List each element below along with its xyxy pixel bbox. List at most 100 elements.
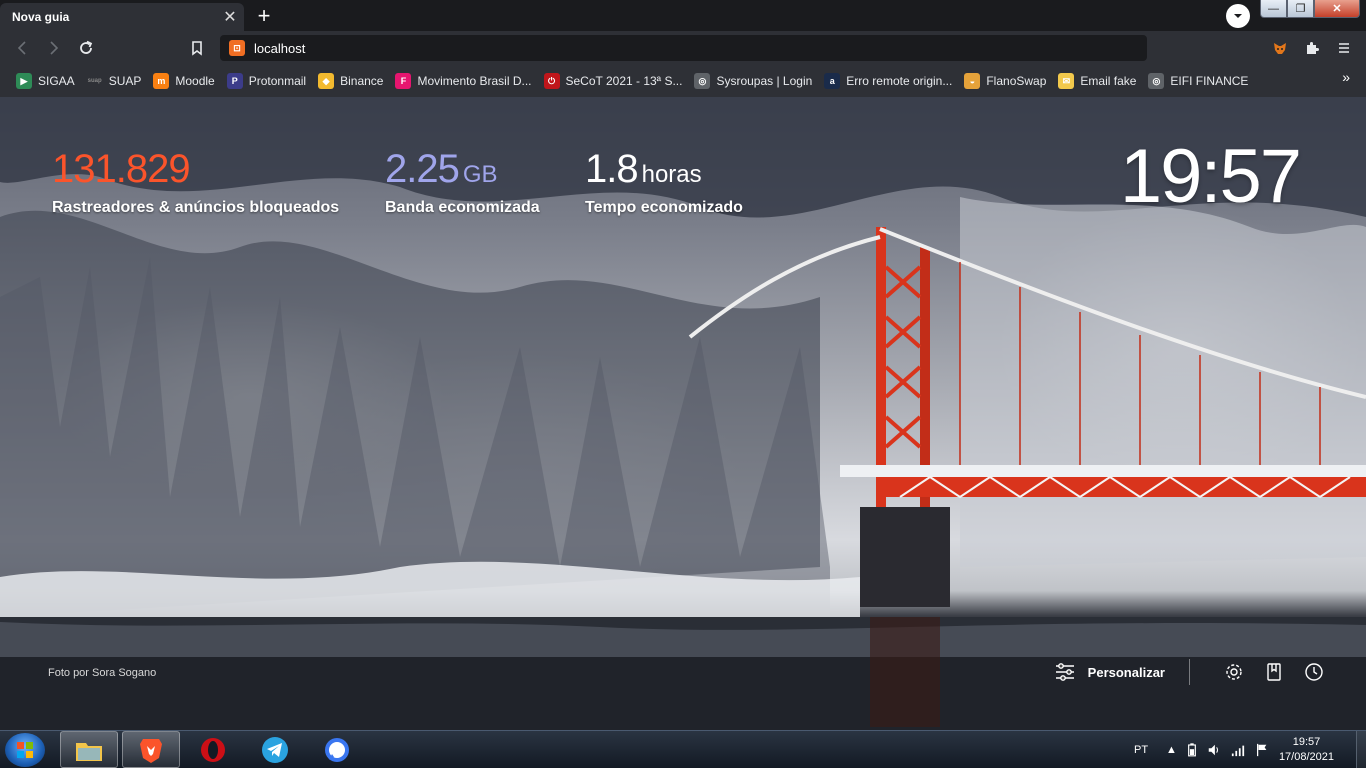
bookmark-label: EIFI FINANCE — [1170, 74, 1249, 88]
back-button[interactable] — [10, 36, 34, 60]
bookmark-label: Protonmail — [248, 74, 307, 88]
back-icon — [17, 41, 26, 55]
a-icon: a — [824, 73, 841, 89]
bookmarks-icon[interactable] — [1262, 660, 1286, 684]
bookmark-item[interactable]: m Moodle — [147, 69, 220, 93]
bandwidth-saved-value: 2.25 — [385, 147, 460, 191]
tray-clock[interactable]: 19:57 17/08/2021 — [1279, 735, 1334, 765]
bookmark-label: Movimento Brasil D... — [417, 74, 532, 88]
taskbar-signal[interactable] — [308, 731, 366, 768]
bookmark-item[interactable]: ✉ Email fake — [1052, 69, 1142, 93]
taskbar-explorer[interactable] — [60, 731, 118, 768]
taskbar-brave[interactable] — [122, 731, 180, 768]
start-button[interactable] — [5, 733, 45, 767]
system-tray: PT ▲ 19:57 17/08/2021 — [1134, 731, 1366, 768]
extensions-icon[interactable] — [1300, 36, 1324, 60]
bookmark-item[interactable]: P Protonmail — [221, 69, 312, 93]
flanoswap-icon: ◒ — [964, 73, 981, 89]
close-window-button[interactable]: ✕ — [1314, 0, 1360, 18]
tray-expand-icon[interactable]: ▲ — [1166, 744, 1177, 756]
bandwidth-saved-label: Banda economizada — [385, 199, 540, 216]
language-indicator[interactable]: PT — [1134, 744, 1148, 756]
bookmark-label: Binance — [340, 74, 384, 88]
battery-icon[interactable] — [1187, 742, 1197, 757]
opera-icon — [201, 737, 225, 762]
binance-icon: ◆ — [318, 73, 335, 89]
tab-nova-guia[interactable]: Nova guia ✕ — [0, 3, 244, 31]
tab-search-icon[interactable] — [1226, 4, 1250, 28]
controls-divider — [1189, 659, 1190, 685]
sliders-icon — [1055, 663, 1074, 681]
trackers-blocked-stat: 131.829 Rastreadores & anúncios bloquead… — [52, 147, 339, 217]
bookmarks-overflow-button[interactable]: » — [1342, 69, 1350, 85]
tray-time: 19:57 — [1292, 735, 1321, 748]
bookmark-item[interactable]: ◆ Binance — [312, 69, 389, 93]
signal-icon — [325, 737, 349, 762]
address-bar[interactable]: ⊡ localhost — [220, 35, 1147, 61]
bookmark-item[interactable]: ⏻ SeCoT 2021 - 13ª S... — [538, 69, 689, 93]
bookmark-label: SeCoT 2021 - 13ª S... — [565, 74, 683, 88]
volume-icon[interactable] — [1207, 743, 1221, 757]
bookmark-label: Moodle — [175, 74, 215, 88]
folder-icon — [76, 742, 102, 761]
reload-button[interactable] — [74, 36, 98, 60]
time-saved-label: Tempo economizado — [585, 199, 743, 216]
customize-label: Personalizar — [1087, 664, 1165, 680]
time-saved-stat: 1.8 horas Tempo economizado — [585, 147, 743, 217]
trackers-blocked-label: Rastreadores & anúncios bloqueados — [52, 199, 340, 216]
bookmark-icon — [192, 41, 202, 56]
email-fake-icon: ✉ — [1058, 73, 1075, 89]
show-desktop-button[interactable] — [1356, 731, 1366, 768]
suap-icon: suap — [86, 73, 103, 89]
minimize-button[interactable]: — — [1260, 0, 1287, 18]
time-saved-unit: horas — [641, 161, 702, 188]
new-tab-button[interactable]: + — [252, 3, 276, 28]
protonmail-icon: P — [226, 73, 243, 89]
ntp-controls: Personalizar — [1054, 657, 1326, 687]
taskbar-opera[interactable] — [184, 731, 242, 768]
globe-icon: ◎ — [694, 73, 711, 89]
windows-logo-icon — [17, 742, 33, 758]
trackers-blocked-value: 131.829 — [52, 147, 191, 191]
tab-close-icon[interactable]: ✕ — [220, 7, 240, 27]
url-text[interactable]: localhost — [254, 41, 305, 56]
photo-credit[interactable]: Foto por Sora Sogano — [48, 667, 156, 679]
brave-icon — [140, 738, 162, 763]
maximize-button[interactable]: ❐ — [1287, 0, 1314, 18]
windows-taskbar: PT ▲ 19:57 17/08/2021 — [0, 730, 1366, 768]
metamask-extension-icon[interactable] — [1268, 36, 1292, 60]
bookmark-item[interactable]: suap SUAP — [81, 69, 148, 93]
bookmark-item[interactable]: ◎ EIFI FINANCE — [1142, 69, 1254, 93]
history-icon[interactable] — [1302, 660, 1326, 684]
bookmark-item[interactable]: F Movimento Brasil D... — [389, 69, 537, 93]
toolbar: ⊡ localhost — [0, 31, 1366, 65]
sigaa-icon: ▶ — [16, 73, 32, 89]
network-signal-icon[interactable] — [1231, 743, 1245, 757]
bandwidth-saved-stat: 2.25 GB Banda economizada — [385, 147, 540, 217]
customize-button[interactable]: Personalizar — [1054, 661, 1165, 683]
bookmark-item[interactable]: ◒ FlanoSwap — [958, 69, 1052, 93]
action-center-flag-icon[interactable] — [1255, 743, 1269, 757]
forward-button[interactable] — [42, 36, 66, 60]
bookmarks-bar: ▶ SIGAA suap SUAP m Moodle P Protonmail ◆ Binance… — [0, 65, 1366, 97]
bookmark-label: SIGAA — [38, 74, 75, 88]
new-tab-page: 131.829 Rastreadores & anúncios bloquead… — [0, 97, 1366, 730]
menu-icon[interactable] — [1332, 36, 1356, 60]
bookmark-item[interactable]: a Erro remote origin... — [818, 69, 958, 93]
movimento-icon: F — [395, 73, 412, 89]
bandwidth-saved-unit: GB — [462, 161, 498, 188]
taskbar-telegram[interactable] — [246, 731, 304, 768]
settings-gear-icon[interactable] — [1222, 660, 1246, 684]
bookmark-label: FlanoSwap — [986, 74, 1047, 88]
reload-icon — [80, 40, 93, 54]
bookmark-item[interactable]: ▶ SIGAA — [10, 69, 81, 93]
tray-date: 17/08/2021 — [1278, 750, 1334, 763]
site-favicon-icon: ⊡ — [229, 40, 245, 56]
bookmark-page-button[interactable] — [185, 36, 209, 60]
moodle-icon: m — [153, 73, 170, 89]
bookmark-label: SUAP — [108, 74, 142, 88]
ntp-clock: 19:57 — [1119, 134, 1302, 219]
tab-title: Nova guia — [12, 10, 70, 24]
bookmark-item[interactable]: ◎ Sysroupas | Login — [688, 69, 818, 93]
bookmark-label: Erro remote origin... — [846, 74, 953, 88]
